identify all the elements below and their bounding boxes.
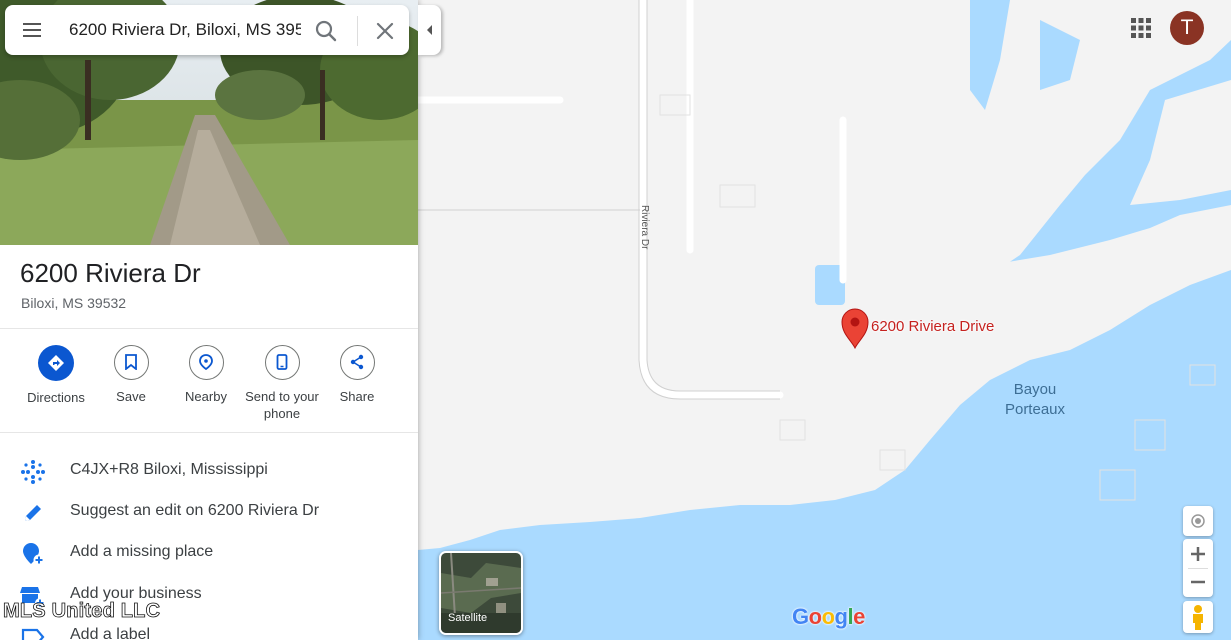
- close-icon[interactable]: [373, 19, 397, 43]
- edit-pencil-icon: [25, 505, 41, 521]
- send-to-phone-label: Send to your phone: [245, 389, 319, 421]
- watermark: MLS United LLC: [3, 600, 161, 623]
- satellite-label: Satellite: [448, 612, 488, 624]
- share-label: Share: [339, 389, 375, 404]
- add-missing-place-row[interactable]: Add a missing place: [0, 532, 418, 573]
- bookmark-icon: [113, 345, 149, 380]
- send-to-phone-button[interactable]: Send to your phone: [244, 345, 320, 422]
- pegman-button[interactable]: [1183, 601, 1213, 633]
- directions-label: Directions: [27, 390, 85, 405]
- plus-code-text: C4JX+R8 Biloxi, Mississippi: [70, 461, 268, 478]
- save-button[interactable]: Save: [93, 345, 169, 405]
- menu-icon[interactable]: [21, 20, 43, 40]
- search-icon[interactable]: [313, 18, 339, 44]
- search-divider: [357, 16, 358, 46]
- send-to-phone-icon: [264, 345, 300, 380]
- google-logo: Google: [792, 604, 865, 629]
- place-panel: 6200 Riviera Dr Biloxi, MS 39532 Directi…: [0, 0, 418, 640]
- page-title: 6200 Riviera Dr: [20, 258, 201, 288]
- plus-code-row[interactable]: C4JX+R8 Biloxi, Mississippi: [0, 450, 418, 491]
- minus-icon: [1191, 580, 1205, 584]
- water-label-line: Porteaux: [1004, 401, 1066, 418]
- my-location-icon: [1191, 514, 1205, 528]
- suggest-edit-text: Suggest an edit on 6200 Riviera Dr: [70, 502, 320, 519]
- share-icon: [339, 345, 375, 380]
- add-label-text: Add a label: [70, 626, 151, 640]
- save-label: Save: [116, 389, 146, 404]
- apps-grid-icon[interactable]: [1130, 17, 1152, 39]
- zoom-in-button[interactable]: [1183, 539, 1213, 568]
- add-place-icon: [23, 543, 45, 566]
- search-input[interactable]: [69, 19, 301, 41]
- nearby-icon: [188, 345, 224, 380]
- water-label: Bayou Porteaux: [985, 380, 1085, 420]
- directions-icon: [38, 345, 74, 381]
- collapse-panel-button[interactable]: [418, 5, 441, 55]
- water-label-line: Bayou: [1013, 381, 1057, 398]
- my-location-button[interactable]: [1183, 506, 1213, 536]
- pegman-icon: [1193, 605, 1203, 630]
- caret-left-icon: [427, 25, 432, 35]
- add-missing-place-text: Add a missing place: [70, 543, 214, 560]
- zoom-controls: [1183, 539, 1213, 597]
- search-box: [5, 5, 409, 55]
- place-address: Biloxi, MS 39532: [21, 295, 127, 311]
- suggest-edit-row[interactable]: Suggest an edit on 6200 Riviera Dr: [0, 491, 418, 532]
- plus-icon: [1191, 547, 1205, 561]
- divider: [0, 432, 418, 433]
- nearby-label: Nearby: [185, 389, 227, 404]
- pin-label: 6200 Riviera Drive: [871, 318, 995, 335]
- label-icon: [21, 628, 45, 640]
- street-label: Riviera Dr: [639, 205, 650, 250]
- nearby-button[interactable]: Nearby: [168, 345, 244, 405]
- directions-button[interactable]: Directions: [18, 345, 94, 406]
- avatar[interactable]: T: [1170, 11, 1204, 45]
- plus-code-icon: [21, 460, 45, 484]
- share-button[interactable]: Share: [319, 345, 395, 405]
- zoom-out-button[interactable]: [1183, 568, 1213, 597]
- satellite-layer-button[interactable]: Satellite: [439, 551, 523, 635]
- divider: [0, 328, 418, 329]
